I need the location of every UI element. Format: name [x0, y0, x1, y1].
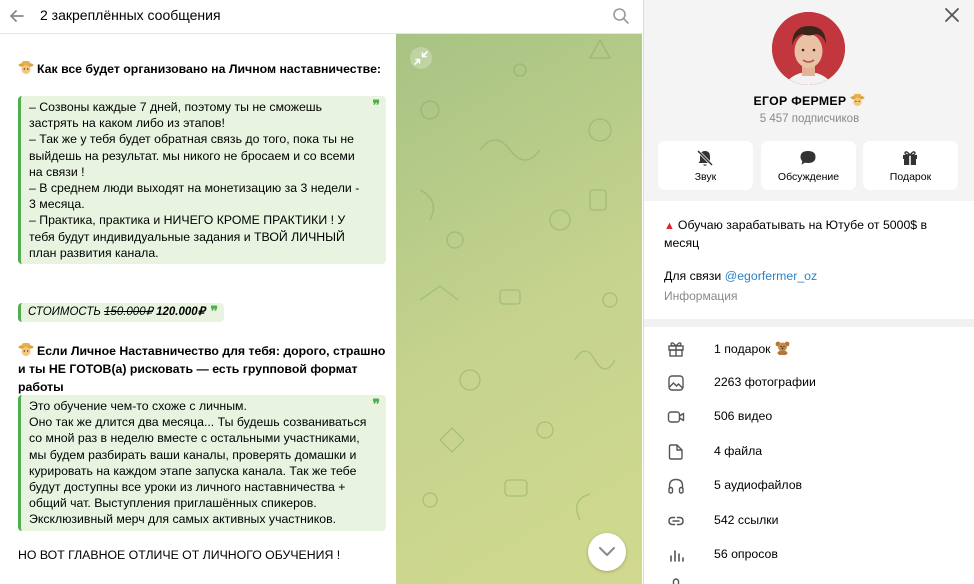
videos-count: 506 видео [714, 409, 773, 423]
microphone-icon [672, 578, 680, 584]
close-button[interactable] [943, 6, 961, 24]
scroll-down-button[interactable] [588, 533, 626, 571]
teddy-bear-icon [775, 341, 789, 355]
quote-2-line: Эксклюзивный мерч для самых активных уча… [29, 512, 337, 527]
heading-2-text: Если Личное Наставничество для тебя: дор… [18, 344, 386, 394]
farmer-emoji-icon [850, 93, 865, 107]
media-row-audio[interactable]: 5 аудиофайлов [644, 469, 974, 503]
gift-icon [668, 342, 684, 357]
video-icon [667, 411, 685, 423]
contact-line: Для связи @egorfermer_oz [664, 269, 817, 283]
message-heading-2: Если Личное Наставничество для тебя: дор… [18, 342, 386, 396]
old-price: 150.000₽ [104, 306, 153, 318]
gift-label: Подарок [889, 171, 932, 183]
poll-icon [670, 550, 684, 562]
channel-name-text: ЕГОР ФЕРМЕР [753, 94, 847, 108]
media-row-videos[interactable]: 506 видео [644, 400, 974, 434]
audio-count: 5 аудиофайлов [714, 478, 803, 492]
mute-label: Звук [694, 171, 717, 183]
channel-description: ▲ Обучаю зарабатывать на Ютубе от 5000$ в… [664, 217, 954, 252]
quote-1-line: – Созвоны каждые 7 дней, поэтому ты не с… [29, 100, 323, 131]
avatar-portrait [772, 12, 845, 85]
contact-prefix: Для связи [664, 269, 722, 283]
discussion-label: Обсуждение [777, 171, 840, 183]
avatar[interactable] [772, 12, 845, 85]
contact-link[interactable]: @egorfermer_oz [725, 269, 817, 283]
quote-block-1: ❞ – Созвоны каждые 7 дней, поэтому ты не… [18, 96, 386, 265]
discussion-button[interactable]: Обсуждение [761, 141, 856, 190]
heading-1-text: Как все будет организовано на Личном нас… [37, 62, 382, 76]
media-row-polls[interactable]: 56 опросов [644, 538, 974, 572]
quote-block-2: ❞ Это обучение чем-то схоже с личным. Он… [18, 395, 386, 531]
media-row-next[interactable] [644, 572, 974, 584]
quote-1-line: – В среднем люди выходят на монетизацию … [29, 181, 360, 212]
polls-count: 56 опросов [714, 547, 778, 561]
gift-button[interactable]: Подарок [863, 141, 958, 190]
farmer-emoji-icon [18, 343, 34, 356]
media-row-files[interactable]: 4 файла [644, 435, 974, 469]
gifts-count: 1 подарок [714, 342, 771, 356]
quote-mark-icon: ❞ [372, 396, 380, 412]
pinned-messages-pane: 2 закреплённых сообщения Как все будет о… [0, 0, 642, 584]
mute-button[interactable]: Звук [658, 141, 753, 190]
link-icon [668, 516, 684, 526]
arrow-left-icon [10, 10, 24, 22]
subscriber-count: 5 457 подписчиков [759, 113, 860, 125]
info-label: Информация [664, 289, 738, 303]
back-button[interactable] [4, 3, 30, 29]
quote-1-line: – Так же у тебя будет обратная связь до … [29, 132, 355, 179]
new-price: 120.000₽ [156, 306, 206, 318]
channel-about: ▲ Обучаю зарабатывать на Ютубе от 5000$ в… [644, 201, 974, 319]
media-row-gifts[interactable]: 1 подарок [644, 332, 974, 366]
quote-2-line: Оно так же длится два месяца... Ты будеш… [29, 415, 367, 511]
photos-count: 2263 фотографии [714, 375, 816, 389]
message-heading-1: Как все будет организовано на Личном нас… [18, 60, 381, 78]
collapse-arrows-icon [410, 47, 432, 69]
headphones-icon [668, 478, 684, 494]
quote-mark-icon: ❞ [372, 97, 380, 113]
price-label: СТОИМОСТЬ [28, 306, 101, 318]
photo-icon [668, 375, 684, 391]
file-icon [668, 444, 683, 460]
bell-off-icon [696, 149, 714, 167]
media-row-links[interactable]: 542 ссылки [644, 504, 974, 538]
pinned-message-bubble: Как все будет организовано на Личном нас… [0, 34, 396, 584]
media-row-photos[interactable]: 2263 фотографии [644, 366, 974, 400]
quote-1-line: – Практика, практика и НИЧЕГО КРОМЕ ПРАК… [29, 213, 346, 260]
pinned-topbar: 2 закреплённых сообщения [0, 0, 642, 34]
chat-bubble-icon [800, 151, 816, 165]
pinned-title: 2 закреплённых сообщения [40, 7, 221, 23]
search-icon [613, 8, 629, 24]
channel-name: ЕГОР ФЕРМЕР [644, 93, 974, 108]
links-count: 542 ссылки [714, 513, 779, 527]
final-line: НО ВОТ ГЛАВНОЕ ОТЛИЧЕ ОТ ЛИЧНОГО ОБУЧЕНИ… [18, 548, 341, 562]
search-button[interactable] [610, 5, 632, 27]
section-divider [644, 319, 974, 327]
quote-mark-icon: ❞ [210, 303, 218, 319]
description-text: Обучаю зарабатывать на Ютубе от 5000$ в … [664, 218, 928, 250]
files-count: 4 файла [714, 444, 763, 458]
collapse-button[interactable] [409, 46, 433, 70]
channel-profile-pane: ЕГОР ФЕРМЕР 5 457 подписчиков Звук Обсуж… [643, 0, 974, 584]
red-triangle-icon: ▲ [664, 220, 675, 232]
quote-2-line: Это обучение чем-то схоже с личным. [29, 399, 247, 413]
close-icon [945, 8, 959, 22]
gift-icon [903, 151, 917, 165]
price-quote: СТОИМОСТЬ 150.000₽ 120.000₽ ❞ [18, 303, 224, 322]
chevron-down-icon [599, 547, 615, 556]
profile-header: ЕГОР ФЕРМЕР 5 457 подписчиков Звук Обсуж… [644, 0, 974, 201]
farmer-emoji-icon [18, 61, 34, 74]
media-row-label: 1 подарок [714, 341, 790, 356]
